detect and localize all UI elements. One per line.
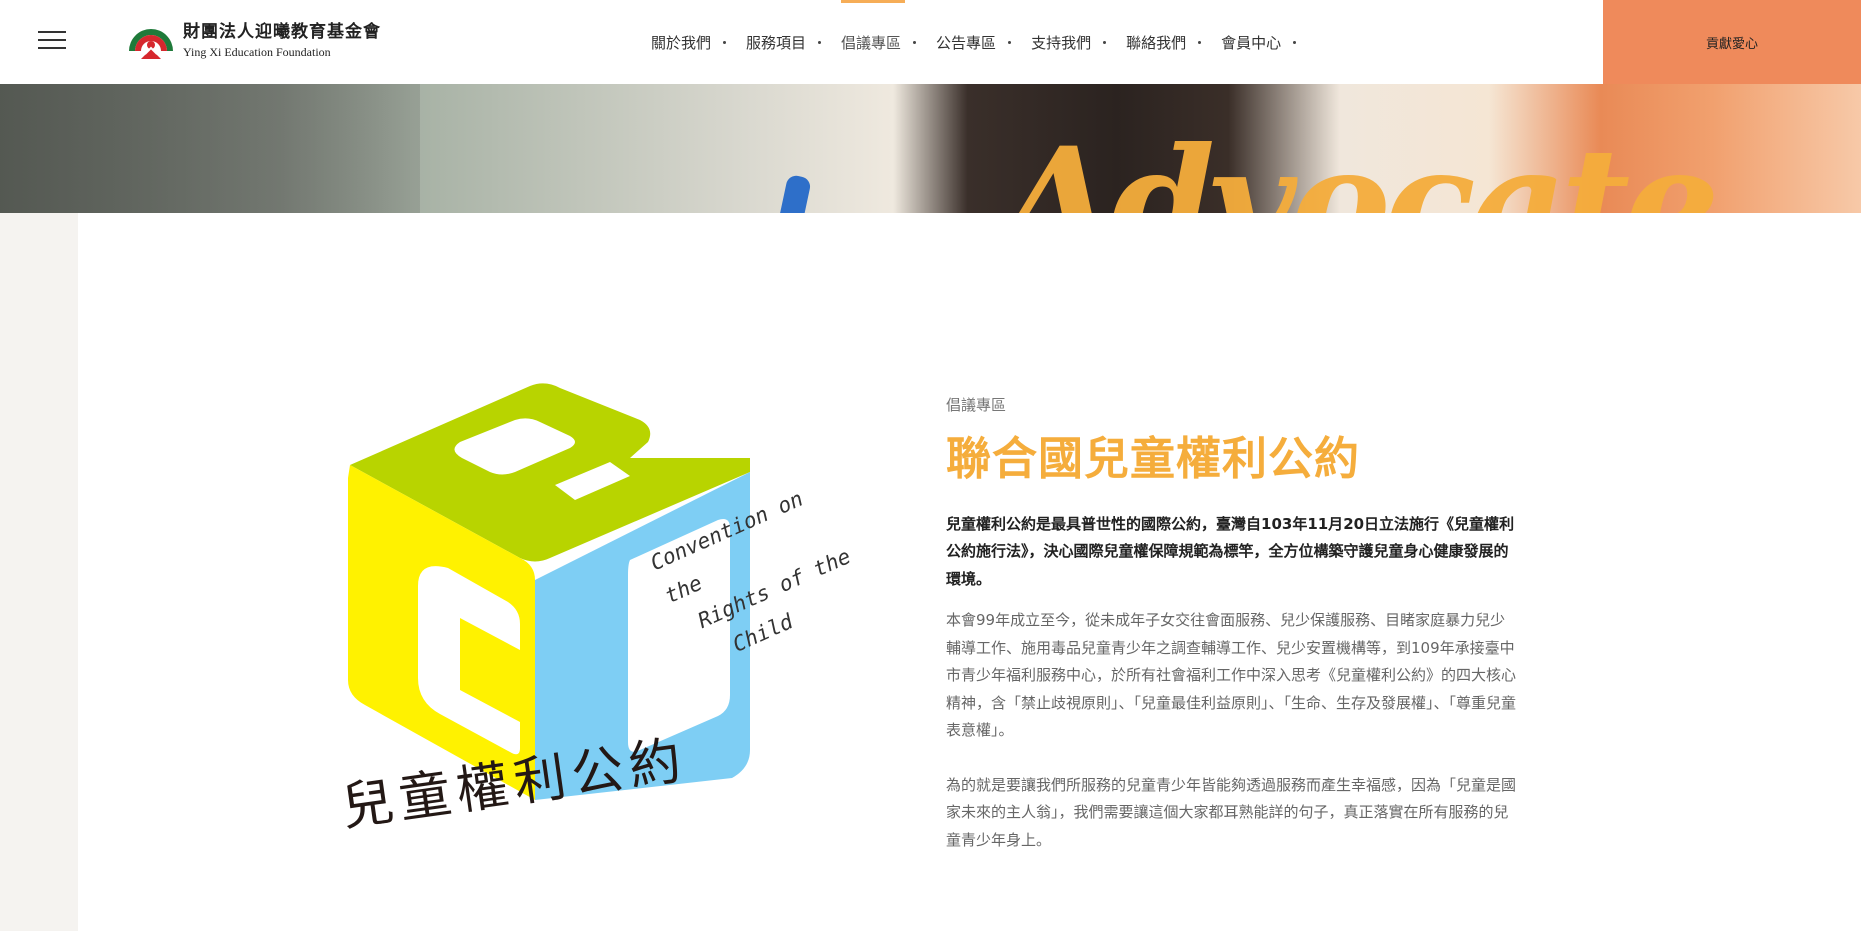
- banner-photo: [0, 84, 420, 213]
- logo-name-cn: 財團法人迎曦教育基金會: [183, 22, 381, 42]
- breadcrumb[interactable]: 倡議專區: [946, 394, 1516, 415]
- nav-dot: [913, 40, 917, 44]
- nav-contact-label: 聯絡我們: [1126, 33, 1187, 52]
- nav-members-label: 會員中心: [1221, 33, 1282, 52]
- logo-name-en: Ying Xi Education Foundation: [183, 45, 331, 59]
- nav-dot: [1008, 40, 1012, 44]
- nav-services[interactable]: 服務項目: [746, 0, 822, 84]
- lead-paragraph: 兒童權利公約是最具普世性的國際公約，臺灣自103年11月20日立法施行《兒童權利…: [946, 514, 1515, 588]
- nav-support[interactable]: 支持我們: [1031, 0, 1107, 84]
- nav-advocacy[interactable]: 倡議專區: [841, 0, 917, 84]
- body-paragraph: 為的就是要讓我們所服務的兒童青少年皆能夠透過服務而產生幸福感，因為「兒童是國家未…: [946, 775, 1517, 849]
- site-logo[interactable]: 財團法人迎曦教育基金會 Ying Xi Education Foundation: [127, 20, 381, 62]
- nav-announcements[interactable]: 公告專區: [936, 0, 1012, 84]
- nav-dot: [1293, 40, 1297, 44]
- nav-dot: [818, 40, 822, 44]
- foundation-logo-icon: [129, 29, 173, 59]
- page-title: 聯合國兒童權利公約: [946, 432, 1361, 485]
- nav-dot: [1198, 40, 1202, 44]
- donate-button[interactable]: 貢獻愛心: [1603, 0, 1861, 84]
- menu-icon[interactable]: [38, 31, 66, 51]
- crc-logo: Convention on the Rights of the Child 兒童…: [330, 380, 854, 880]
- nav-support-label: 支持我們: [1031, 33, 1092, 52]
- donate-label: 貢獻愛心: [1705, 36, 1758, 52]
- site-header: 財團法人迎曦教育基金會 Ying Xi Education Foundation…: [0, 0, 1861, 84]
- nav-services-label: 服務項目: [746, 33, 807, 52]
- nav-dot: [723, 40, 727, 44]
- nav-members[interactable]: 會員中心: [1221, 0, 1297, 84]
- banner-script-text: Advocate: [1000, 115, 1720, 213]
- nav-advocacy-label: 倡議專區: [841, 33, 902, 52]
- main-nav: 關於我們 服務項目 倡議專區 公告專區 支持我們 聯絡我們 會員中心: [651, 0, 1316, 84]
- hero-banner: Advocate: [0, 84, 1861, 213]
- nav-dot: [1103, 40, 1107, 44]
- article-content: 倡議專區 聯合國兒童權利公約 兒童權利公約是最具普世性的國際公約，臺灣自103年…: [946, 394, 1516, 881]
- nav-contact[interactable]: 聯絡我們: [1126, 0, 1202, 84]
- nav-about-label: 關於我們: [651, 33, 712, 52]
- pen-image: [780, 173, 812, 213]
- body-paragraph: 本會99年成立至今，從未成年子女交往會面服務、兒少保護服務、目睹家庭暴力兒少輔導…: [946, 611, 1517, 740]
- side-strip: [0, 213, 78, 931]
- nav-about[interactable]: 關於我們: [651, 0, 727, 84]
- nav-announcements-label: 公告專區: [936, 33, 997, 52]
